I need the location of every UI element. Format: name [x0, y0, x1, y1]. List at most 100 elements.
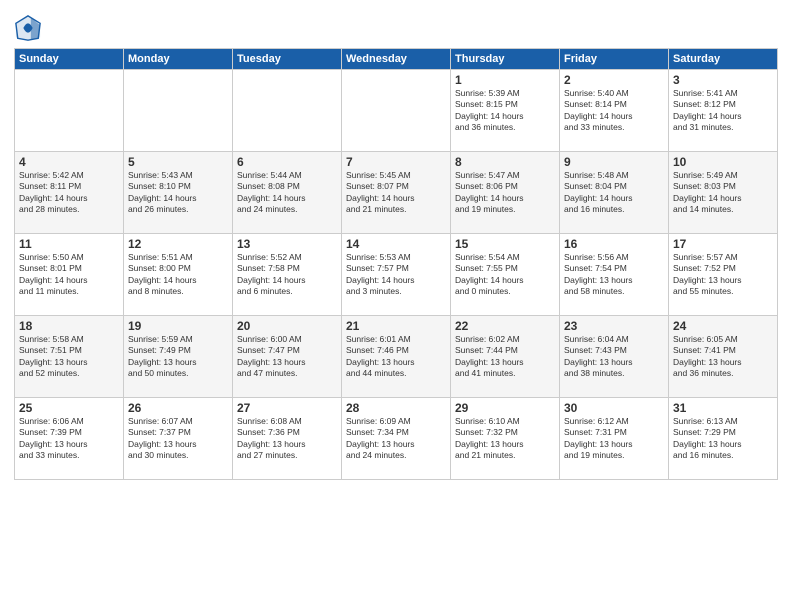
table-row: 3Sunrise: 5:41 AM Sunset: 8:12 PM Daylig… [669, 70, 778, 152]
calendar-week-row: 18Sunrise: 5:58 AM Sunset: 7:51 PM Dayli… [15, 316, 778, 398]
day-info: Sunrise: 6:10 AM Sunset: 7:32 PM Dayligh… [455, 416, 555, 462]
day-info: Sunrise: 6:02 AM Sunset: 7:44 PM Dayligh… [455, 334, 555, 380]
day-info: Sunrise: 6:07 AM Sunset: 7:37 PM Dayligh… [128, 416, 228, 462]
calendar-header-row: Sunday Monday Tuesday Wednesday Thursday… [15, 49, 778, 70]
day-info: Sunrise: 5:51 AM Sunset: 8:00 PM Dayligh… [128, 252, 228, 298]
table-row [342, 70, 451, 152]
day-info: Sunrise: 6:09 AM Sunset: 7:34 PM Dayligh… [346, 416, 446, 462]
day-number: 19 [128, 319, 228, 333]
table-row [15, 70, 124, 152]
table-row: 15Sunrise: 5:54 AM Sunset: 7:55 PM Dayli… [451, 234, 560, 316]
day-info: Sunrise: 6:01 AM Sunset: 7:46 PM Dayligh… [346, 334, 446, 380]
day-number: 26 [128, 401, 228, 415]
day-number: 1 [455, 73, 555, 87]
table-row: 29Sunrise: 6:10 AM Sunset: 7:32 PM Dayli… [451, 398, 560, 480]
col-sunday: Sunday [15, 49, 124, 70]
day-info: Sunrise: 5:50 AM Sunset: 8:01 PM Dayligh… [19, 252, 119, 298]
day-info: Sunrise: 5:54 AM Sunset: 7:55 PM Dayligh… [455, 252, 555, 298]
day-number: 9 [564, 155, 664, 169]
table-row: 19Sunrise: 5:59 AM Sunset: 7:49 PM Dayli… [124, 316, 233, 398]
day-info: Sunrise: 5:43 AM Sunset: 8:10 PM Dayligh… [128, 170, 228, 216]
table-row: 1Sunrise: 5:39 AM Sunset: 8:15 PM Daylig… [451, 70, 560, 152]
table-row: 10Sunrise: 5:49 AM Sunset: 8:03 PM Dayli… [669, 152, 778, 234]
day-info: Sunrise: 5:58 AM Sunset: 7:51 PM Dayligh… [19, 334, 119, 380]
table-row: 11Sunrise: 5:50 AM Sunset: 8:01 PM Dayli… [15, 234, 124, 316]
day-number: 13 [237, 237, 337, 251]
table-row: 5Sunrise: 5:43 AM Sunset: 8:10 PM Daylig… [124, 152, 233, 234]
day-info: Sunrise: 5:48 AM Sunset: 8:04 PM Dayligh… [564, 170, 664, 216]
day-number: 25 [19, 401, 119, 415]
table-row: 14Sunrise: 5:53 AM Sunset: 7:57 PM Dayli… [342, 234, 451, 316]
table-row: 13Sunrise: 5:52 AM Sunset: 7:58 PM Dayli… [233, 234, 342, 316]
day-number: 24 [673, 319, 773, 333]
col-friday: Friday [560, 49, 669, 70]
table-row: 30Sunrise: 6:12 AM Sunset: 7:31 PM Dayli… [560, 398, 669, 480]
table-row: 21Sunrise: 6:01 AM Sunset: 7:46 PM Dayli… [342, 316, 451, 398]
day-number: 16 [564, 237, 664, 251]
day-info: Sunrise: 6:05 AM Sunset: 7:41 PM Dayligh… [673, 334, 773, 380]
table-row: 22Sunrise: 6:02 AM Sunset: 7:44 PM Dayli… [451, 316, 560, 398]
day-number: 6 [237, 155, 337, 169]
table-row: 7Sunrise: 5:45 AM Sunset: 8:07 PM Daylig… [342, 152, 451, 234]
day-info: Sunrise: 6:13 AM Sunset: 7:29 PM Dayligh… [673, 416, 773, 462]
day-info: Sunrise: 6:00 AM Sunset: 7:47 PM Dayligh… [237, 334, 337, 380]
day-info: Sunrise: 5:57 AM Sunset: 7:52 PM Dayligh… [673, 252, 773, 298]
table-row: 2Sunrise: 5:40 AM Sunset: 8:14 PM Daylig… [560, 70, 669, 152]
day-info: Sunrise: 5:52 AM Sunset: 7:58 PM Dayligh… [237, 252, 337, 298]
calendar-week-row: 1Sunrise: 5:39 AM Sunset: 8:15 PM Daylig… [15, 70, 778, 152]
table-row: 24Sunrise: 6:05 AM Sunset: 7:41 PM Dayli… [669, 316, 778, 398]
table-row: 31Sunrise: 6:13 AM Sunset: 7:29 PM Dayli… [669, 398, 778, 480]
col-wednesday: Wednesday [342, 49, 451, 70]
table-row: 28Sunrise: 6:09 AM Sunset: 7:34 PM Dayli… [342, 398, 451, 480]
day-number: 21 [346, 319, 446, 333]
table-row: 12Sunrise: 5:51 AM Sunset: 8:00 PM Dayli… [124, 234, 233, 316]
day-info: Sunrise: 5:59 AM Sunset: 7:49 PM Dayligh… [128, 334, 228, 380]
table-row: 17Sunrise: 5:57 AM Sunset: 7:52 PM Dayli… [669, 234, 778, 316]
calendar-table: Sunday Monday Tuesday Wednesday Thursday… [14, 48, 778, 480]
day-number: 7 [346, 155, 446, 169]
calendar-week-row: 11Sunrise: 5:50 AM Sunset: 8:01 PM Dayli… [15, 234, 778, 316]
page: Sunday Monday Tuesday Wednesday Thursday… [0, 0, 792, 612]
table-row: 27Sunrise: 6:08 AM Sunset: 7:36 PM Dayli… [233, 398, 342, 480]
table-row: 6Sunrise: 5:44 AM Sunset: 8:08 PM Daylig… [233, 152, 342, 234]
day-number: 12 [128, 237, 228, 251]
day-info: Sunrise: 6:12 AM Sunset: 7:31 PM Dayligh… [564, 416, 664, 462]
day-info: Sunrise: 5:45 AM Sunset: 8:07 PM Dayligh… [346, 170, 446, 216]
day-number: 2 [564, 73, 664, 87]
table-row [233, 70, 342, 152]
day-number: 27 [237, 401, 337, 415]
table-row: 16Sunrise: 5:56 AM Sunset: 7:54 PM Dayli… [560, 234, 669, 316]
col-monday: Monday [124, 49, 233, 70]
table-row: 23Sunrise: 6:04 AM Sunset: 7:43 PM Dayli… [560, 316, 669, 398]
day-info: Sunrise: 5:40 AM Sunset: 8:14 PM Dayligh… [564, 88, 664, 134]
day-number: 15 [455, 237, 555, 251]
table-row: 8Sunrise: 5:47 AM Sunset: 8:06 PM Daylig… [451, 152, 560, 234]
day-number: 22 [455, 319, 555, 333]
day-info: Sunrise: 6:06 AM Sunset: 7:39 PM Dayligh… [19, 416, 119, 462]
col-thursday: Thursday [451, 49, 560, 70]
day-info: Sunrise: 6:04 AM Sunset: 7:43 PM Dayligh… [564, 334, 664, 380]
day-number: 30 [564, 401, 664, 415]
calendar-week-row: 25Sunrise: 6:06 AM Sunset: 7:39 PM Dayli… [15, 398, 778, 480]
day-number: 31 [673, 401, 773, 415]
day-number: 5 [128, 155, 228, 169]
day-number: 23 [564, 319, 664, 333]
day-info: Sunrise: 5:56 AM Sunset: 7:54 PM Dayligh… [564, 252, 664, 298]
logo-icon [14, 14, 42, 42]
day-info: Sunrise: 5:47 AM Sunset: 8:06 PM Dayligh… [455, 170, 555, 216]
logo [14, 14, 44, 42]
day-info: Sunrise: 5:42 AM Sunset: 8:11 PM Dayligh… [19, 170, 119, 216]
day-number: 29 [455, 401, 555, 415]
day-info: Sunrise: 6:08 AM Sunset: 7:36 PM Dayligh… [237, 416, 337, 462]
day-info: Sunrise: 5:41 AM Sunset: 8:12 PM Dayligh… [673, 88, 773, 134]
day-number: 20 [237, 319, 337, 333]
col-saturday: Saturday [669, 49, 778, 70]
table-row: 20Sunrise: 6:00 AM Sunset: 7:47 PM Dayli… [233, 316, 342, 398]
day-number: 14 [346, 237, 446, 251]
day-number: 28 [346, 401, 446, 415]
day-info: Sunrise: 5:53 AM Sunset: 7:57 PM Dayligh… [346, 252, 446, 298]
table-row: 9Sunrise: 5:48 AM Sunset: 8:04 PM Daylig… [560, 152, 669, 234]
table-row: 4Sunrise: 5:42 AM Sunset: 8:11 PM Daylig… [15, 152, 124, 234]
day-number: 8 [455, 155, 555, 169]
day-number: 4 [19, 155, 119, 169]
